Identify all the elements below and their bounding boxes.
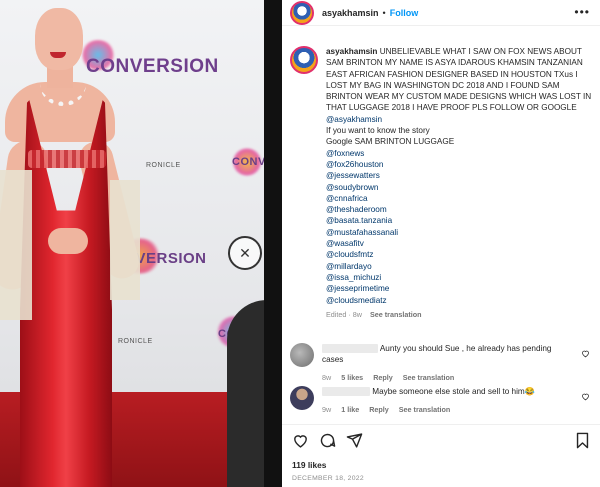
close-icon[interactable]: ✕ <box>228 236 262 270</box>
comment-body: Maybe someone else stole and sell to him… <box>322 386 572 415</box>
post-date: DECEMBER 18, 2022 <box>292 475 364 482</box>
comment-likes[interactable]: 5 likes <box>341 373 363 382</box>
caption-mention[interactable]: @soudybrown <box>326 182 594 193</box>
caption-text: If you want to know the story <box>326 126 430 136</box>
caption-mention[interactable]: @millardayo <box>326 261 594 272</box>
heart-icon[interactable] <box>292 432 309 449</box>
commenter-username-redacted[interactable] <box>322 344 378 354</box>
share-icon[interactable] <box>346 432 363 449</box>
post-details-panel: asyakhamsin • Follow ••• asyakhamsin UNB… <box>282 0 600 487</box>
comment-age: 8w <box>322 373 332 382</box>
comment-text: Maybe someone else stole and sell to him… <box>372 387 535 396</box>
post-header: asyakhamsin • Follow ••• <box>282 0 600 26</box>
see-translation-link[interactable]: See translation <box>403 373 455 382</box>
comment-likes[interactable]: 1 like <box>341 405 359 414</box>
author-avatar[interactable] <box>290 0 314 25</box>
caption-meta: Edited · 8w See translation <box>326 309 594 320</box>
more-options-icon[interactable]: ••• <box>574 6 590 18</box>
shawl-right <box>110 180 140 300</box>
commenter-username-redacted[interactable] <box>322 387 370 397</box>
action-bar <box>292 432 592 452</box>
dark-edge <box>264 0 282 487</box>
heart-icon[interactable] <box>581 349 590 358</box>
caption-mention[interactable]: @foxnews <box>326 148 594 159</box>
caption-mention[interactable]: @fox26houston <box>326 159 594 170</box>
reply-button[interactable]: Reply <box>369 405 389 414</box>
comment: Aunty you should Sue , he already has pe… <box>290 343 594 383</box>
author-username[interactable]: asyakhamsin <box>322 8 379 18</box>
see-translation-link[interactable]: See translation <box>370 310 422 319</box>
comment-icon[interactable] <box>319 432 336 449</box>
reply-button[interactable]: Reply <box>373 373 393 382</box>
shawl-left <box>0 170 32 320</box>
commenter-avatar[interactable] <box>290 343 314 367</box>
caption-mention[interactable]: @asyakhamsin <box>326 115 382 124</box>
backdrop-logo-text: CONV <box>232 156 266 168</box>
comment-age: 9w <box>322 405 332 414</box>
caption-mention[interactable]: @basata.tanzania <box>326 215 594 226</box>
comment-meta: 9w 1 like Reply See translation <box>322 404 572 415</box>
post-photo[interactable]: CONVERSION CONV RONICLE ONVERSION CONV R… <box>0 0 282 487</box>
see-translation-link[interactable]: See translation <box>399 405 451 414</box>
backdrop-logo-text: RONICLE <box>118 338 153 345</box>
caption-body: asyakhamsin UNBELIEVABLE WHAT I SAW ON F… <box>326 46 594 320</box>
caption-mention-list: @foxnews @fox26houston @jessewatters @soudy… <box>326 148 594 306</box>
backdrop-logo-text: RONICLE <box>146 162 181 169</box>
caption-mention[interactable]: @jesseprimetime <box>326 283 594 294</box>
caption-mention[interactable]: @mustafahassanali <box>326 227 594 238</box>
caption-mention[interactable]: @cnnafrica <box>326 193 594 204</box>
post-caption: asyakhamsin UNBELIEVABLE WHAT I SAW ON F… <box>290 46 594 320</box>
heart-icon[interactable] <box>581 392 590 401</box>
caption-mention[interactable]: @cloudsmediatz <box>326 295 594 306</box>
dress-beaded-waist <box>28 150 106 168</box>
figure-hands <box>48 228 88 254</box>
comment-meta: 8w 5 likes Reply See translation <box>322 372 572 383</box>
caption-author-avatar[interactable] <box>290 46 318 74</box>
caption-mention[interactable]: @wasafitv <box>326 238 594 249</box>
follow-button[interactable]: Follow <box>390 8 419 18</box>
bookmark-icon[interactable] <box>575 432 590 449</box>
caption-mention[interactable]: @cloudsfmtz <box>326 249 594 260</box>
caption-text: Google SAM BRINTON LUGGAGE <box>326 137 455 147</box>
caption-username[interactable]: asyakhamsin <box>326 47 377 56</box>
caption-mention[interactable]: @issa_michuzi <box>326 272 594 283</box>
separator-dot: • <box>382 7 386 18</box>
like-count[interactable]: 119 likes <box>292 460 326 470</box>
figure-head <box>35 8 83 70</box>
backdrop-logo-text: CONVERSION <box>86 56 219 77</box>
commenter-avatar[interactable] <box>290 386 314 410</box>
edited-label: Edited · 8w <box>326 309 362 319</box>
caption-mention[interactable]: @theshaderoom <box>326 204 594 215</box>
comment-body: Aunty you should Sue , he already has pe… <box>322 343 572 383</box>
caption-text: UNBELIEVABLE WHAT I SAW ON FOX NEWS ABOU… <box>326 47 592 113</box>
divider <box>282 424 600 425</box>
caption-mention[interactable]: @jessewatters <box>326 170 594 181</box>
comment: Maybe someone else stole and sell to him… <box>290 386 594 415</box>
